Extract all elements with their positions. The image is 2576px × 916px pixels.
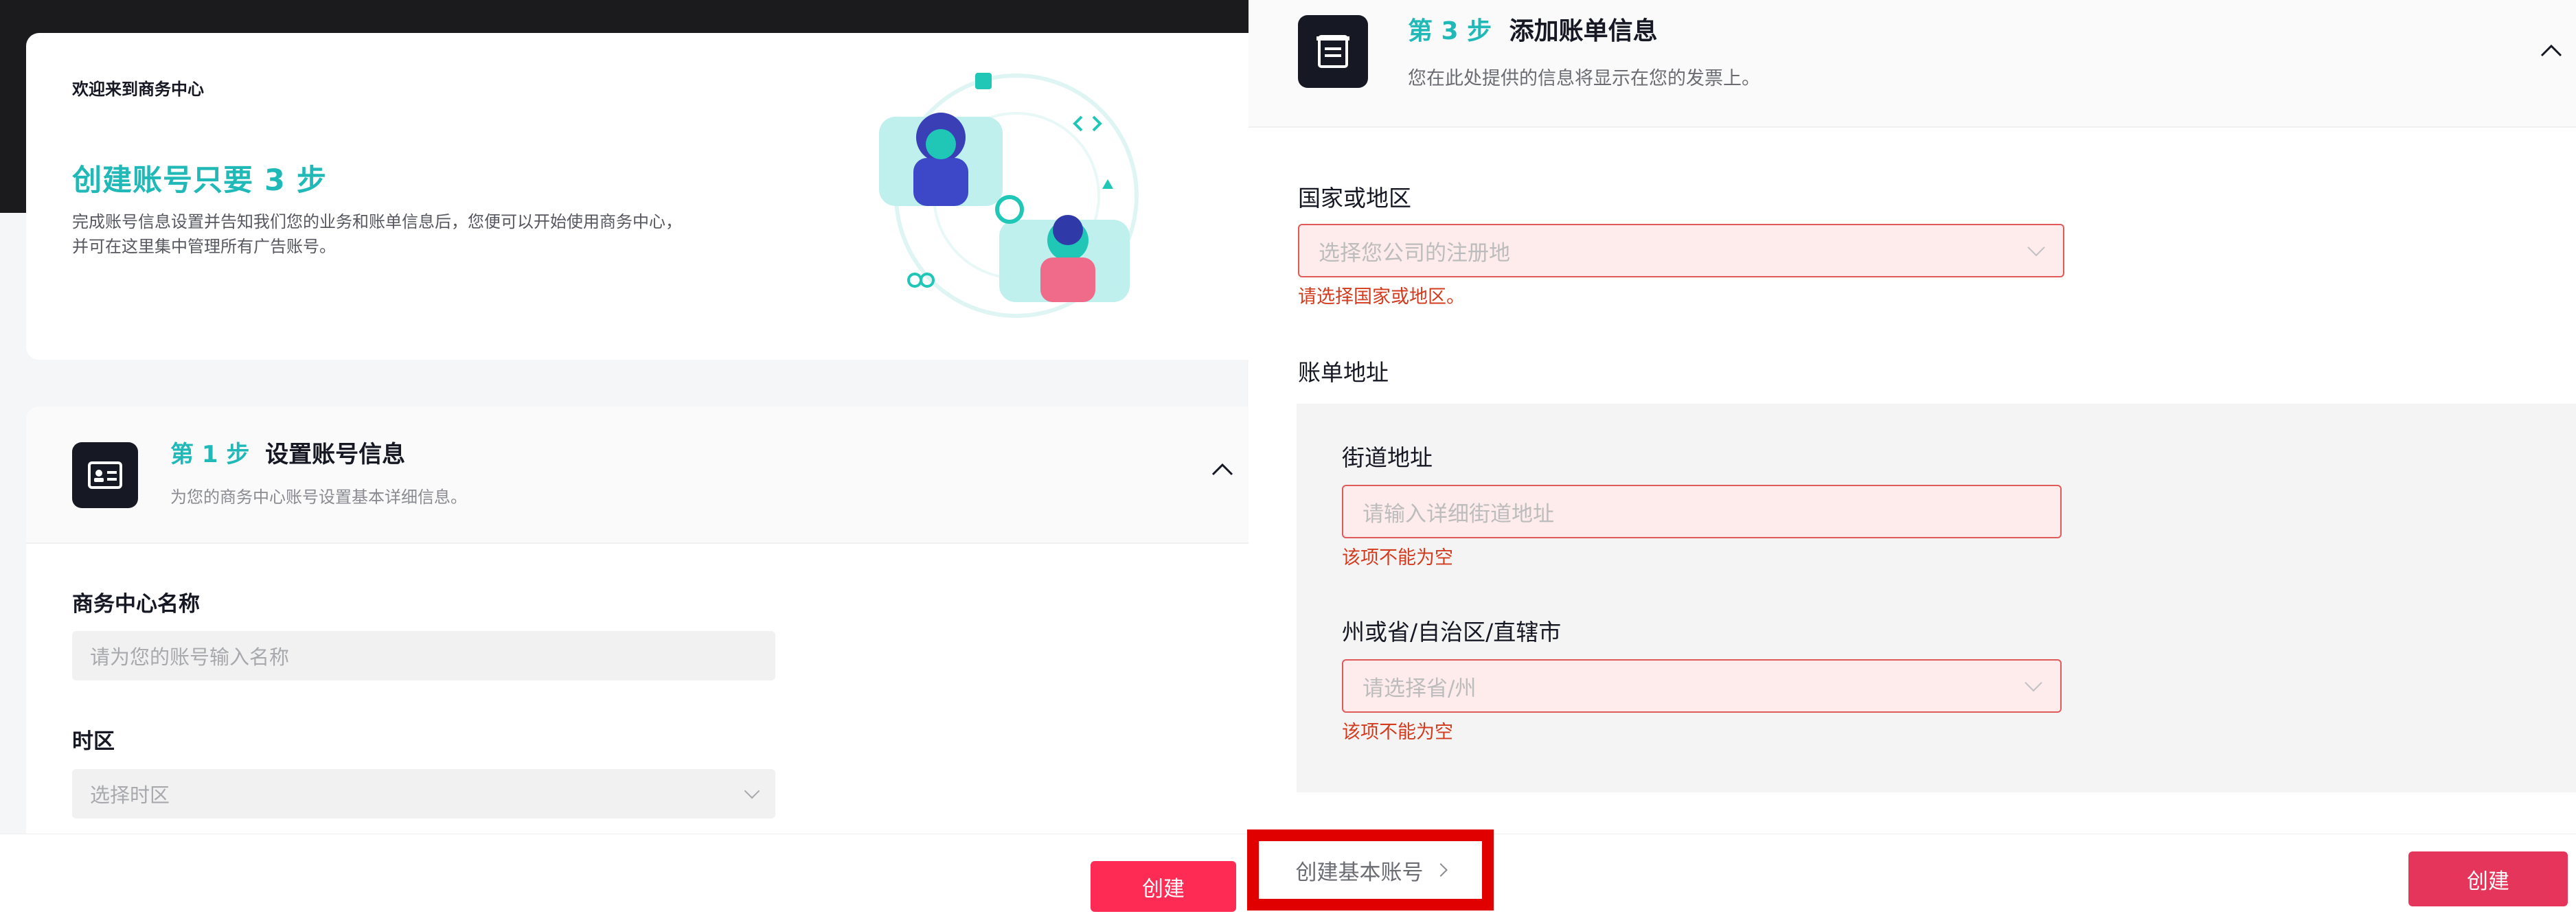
left-panel: 欢迎来到商务中心 创建账号只要 3 步 完成账号信息设置并告知我们您的业务和账单…	[0, 0, 1249, 916]
state-label: 州或省/自治区/直辖市	[1342, 619, 1562, 645]
step3-header[interactable]: 第 3 步 添加账单信息 您在此处提供的信息将显示在您的发票上。	[1249, 0, 2576, 128]
create-basic-account-label: 创建基本账号	[1295, 860, 1424, 885]
step1-number: 第 1 步	[170, 441, 250, 468]
create-button-left[interactable]: 创建	[1091, 861, 1236, 912]
chevron-right-icon	[1433, 863, 1448, 877]
hero-desc-line1: 完成账号信息设置并告知我们您的业务和账单信息后，您便可以开始使用商务中心，	[72, 212, 682, 231]
street-input[interactable]: 请输入详细街道地址	[1342, 485, 2062, 538]
right-panel: 第 3 步 添加账单信息 您在此处提供的信息将显示在您的发票上。 国家或地区 选…	[1249, 0, 2576, 831]
timezone-select[interactable]: 选择时区	[72, 769, 775, 818]
country-label: 国家或地区	[1298, 185, 1411, 211]
hero-illustration	[879, 73, 1139, 318]
step1-subtitle: 为您的商务中心账号设置基本详细信息。	[170, 488, 467, 507]
step3-number: 第 3 步	[1408, 17, 1492, 45]
step1-title-line: 第 1 步 设置账号信息	[170, 435, 405, 469]
id-card-icon	[72, 442, 138, 508]
create-basic-account-button[interactable]: 创建基本账号	[1247, 829, 1494, 911]
timezone-placeholder: 选择时区	[90, 783, 170, 807]
business-name-label: 商务中心名称	[72, 592, 200, 617]
step3-subtitle: 您在此处提供的信息将显示在您的发票上。	[1408, 68, 1760, 89]
state-select[interactable]: 请选择省/州	[1342, 659, 2062, 713]
hero-card: 欢迎来到商务中心 创建账号只要 3 步 完成账号信息设置并告知我们您的业务和账单…	[26, 33, 1249, 360]
chevron-down-icon	[2027, 238, 2045, 257]
street-error: 该项不能为空	[1342, 547, 1453, 569]
step1-title: 设置账号信息	[265, 441, 406, 468]
chevron-up-icon[interactable]	[1211, 461, 1234, 477]
business-name-placeholder: 请为您的账号输入名称	[90, 645, 290, 669]
hero-desc-line2: 并可在这里集中管理所有广告账号。	[72, 237, 336, 256]
hero-description: 完成账号信息设置并告知我们您的业务和账单信息后，您便可以开始使用商务中心， 并可…	[72, 209, 759, 259]
billing-address-label: 账单地址	[1298, 359, 1389, 386]
step3-title-line: 第 3 步 添加账单信息	[1408, 11, 1658, 47]
timezone-label: 时区	[72, 729, 115, 754]
business-name-input[interactable]: 请为您的账号输入名称	[72, 631, 775, 680]
state-placeholder: 请选择省/州	[1363, 676, 1477, 701]
chevron-up-icon[interactable]	[2540, 43, 2563, 58]
chevron-down-icon	[2025, 674, 2042, 692]
country-placeholder: 选择您公司的注册地	[1319, 240, 1510, 266]
welcome-text: 欢迎来到商务中心	[72, 80, 204, 99]
street-placeholder: 请输入详细街道地址	[1363, 501, 1554, 527]
step1-header[interactable]: 第 1 步 设置账号信息 为您的商务中心账号设置基本详细信息。	[26, 407, 1249, 544]
country-select[interactable]: 选择您公司的注册地	[1298, 224, 2064, 277]
state-error: 该项不能为空	[1342, 722, 1453, 743]
create-button-right[interactable]: 创建	[2408, 851, 2568, 906]
country-error: 请选择国家或地区。	[1298, 286, 1465, 308]
billing-address-box: 街道地址 请输入详细街道地址 该项不能为空 州或省/自治区/直辖市 请选择省/州…	[1297, 404, 2576, 792]
step3-title: 添加账单信息	[1509, 17, 1658, 45]
street-label: 街道地址	[1342, 444, 1433, 471]
chevron-down-icon	[744, 783, 760, 799]
invoice-icon	[1298, 15, 1368, 88]
hero-title: 创建账号只要 3 步	[72, 163, 327, 198]
